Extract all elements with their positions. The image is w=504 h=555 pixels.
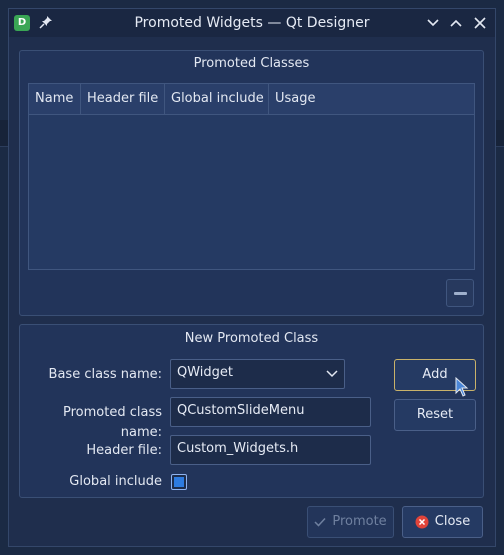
column-header-global-include[interactable]: Global include [165,84,269,114]
base-class-label: Base class name: [48,367,162,382]
close-button[interactable]: Close [402,506,483,538]
new-promoted-class-title: New Promoted Class [184,331,319,346]
chevron-up-icon[interactable] [448,15,464,31]
promote-label: Promote [332,514,387,529]
minus-icon [454,292,467,295]
chevron-down-icon[interactable] [425,15,441,31]
close-icon[interactable] [472,15,488,31]
column-header-header-file[interactable]: Header file [81,84,165,114]
dialog-window: D Promoted Widgets — Qt Designer Promote… [8,8,496,547]
mouse-cursor-icon [455,377,469,397]
global-include-label: Global include [69,474,162,489]
column-header-name[interactable]: Name [29,84,81,114]
checkbox-fill [174,477,184,487]
close-circle-icon [415,515,429,528]
promoted-class-input[interactable]: QCustomSlideMenu [170,397,371,427]
reset-button[interactable]: Reset [394,399,476,431]
base-class-combobox[interactable]: QWidget [170,359,345,389]
header-file-label: Header file: [86,443,162,458]
table-header: Name Header file Global include Usage [29,84,474,115]
new-promoted-class-group: New Promoted Class Base class name: QWid… [19,324,484,498]
column-header-usage[interactable]: Usage [269,84,474,114]
remove-class-button[interactable] [446,279,474,307]
promoted-class-label: Promoted class name: [63,405,162,440]
window-title: Promoted Widgets — Qt Designer [134,15,370,31]
promoted-classes-title: Promoted Classes [193,56,310,71]
global-include-checkbox[interactable] [171,474,187,490]
close-label: Close [434,514,471,529]
base-class-value: QWidget [177,365,234,380]
header-file-input[interactable]: Custom_Widgets.h [170,435,371,465]
checkmark-icon [314,517,326,527]
promoted-classes-table[interactable]: Name Header file Global include Usage [28,83,475,270]
promoted-classes-group: Promoted Classes Name Header file Global… [19,50,484,316]
chevron-down-icon [326,370,338,378]
promote-button[interactable]: Promote [307,506,394,538]
title-bar[interactable]: D Promoted Widgets — Qt Designer [9,9,495,37]
